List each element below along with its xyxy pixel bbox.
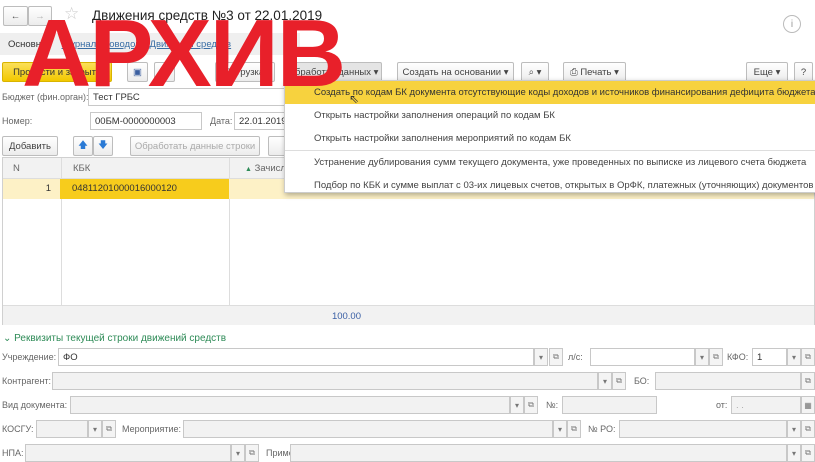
details-section-title: Реквизиты текущей строки движений средст… [14,333,227,344]
post-icon[interactable]: ▤ [154,62,175,82]
doc-date-field[interactable]: . . [731,396,801,414]
col-credited-label: Зачисл [254,163,286,174]
kfo-field[interactable]: 1 [752,348,787,366]
menu-item-events-settings[interactable]: Открыть настройки заполнения мероприятий… [285,127,815,150]
info-icon[interactable]: i [783,15,801,33]
kosgu-label: КОСГУ: [2,424,34,434]
npa-field[interactable] [25,444,231,462]
calendar-icon[interactable]: ▦ [801,396,815,414]
process-data-menu: Создать по кодам БК документа отсутствую… [284,80,815,193]
note-open-icon[interactable]: ⧉ [801,444,815,462]
load-button[interactable]: Загрузка [215,62,275,82]
number-label: Номер: [2,116,33,126]
menu-item-select-by-kbk[interactable]: Подбор по КБК и сумме выплат с 03-их лиц… [285,174,815,197]
ls-field[interactable] [590,348,695,366]
more-button[interactable]: Еще ▾ [746,62,788,82]
menu-item-create-by-kbk[interactable]: Создать по кодам БК документа отсутствую… [285,81,815,104]
print-button[interactable]: ⎙ Печать ▾ [563,62,626,82]
institution-dropdown-icon[interactable]: ▾ [534,348,548,366]
institution-open-icon[interactable]: ⧉ [549,348,563,366]
col-n[interactable]: N [13,163,20,174]
npa-dropdown-icon[interactable]: ▾ [231,444,245,462]
npa-open-icon[interactable]: ⧉ [245,444,259,462]
kfo-dropdown-icon[interactable]: ▾ [787,348,801,366]
event-label: Мероприятие: [122,424,182,434]
details-section-toggle[interactable]: ⌄ Реквизиты текущей строки движений сред… [3,333,226,344]
budget-label: Бюджет (фин.орган): [2,92,89,102]
search-dropdown-button[interactable]: ⌕ ▾ [521,62,549,82]
row-number: 1 [45,183,51,194]
counterparty-open-icon[interactable]: ⧉ [612,372,626,390]
counterparty-dropdown-icon[interactable]: ▾ [598,372,612,390]
ls-label: л/с: [568,352,583,362]
tab-journal[interactable]: Журнал проводок [62,39,140,50]
institution-field[interactable]: ФО [58,348,534,366]
help-button[interactable]: ? [794,62,813,82]
bo-field[interactable] [655,372,801,390]
doc-number-label: №: [546,400,559,410]
budget-field[interactable]: Тест ГРБС [88,88,288,106]
ls-open-icon[interactable]: ⧉ [709,348,723,366]
add-button[interactable]: Добавить [2,136,58,156]
print-label: Печать [580,66,612,78]
printer-icon: ⎙ [570,66,578,78]
npa-label: НПА: [2,448,24,458]
tab-movements[interactable]: Движения средств [150,39,232,50]
move-up-icon[interactable]: 🡅 [73,136,93,156]
counterparty-field[interactable] [52,372,598,390]
event-dropdown-icon[interactable]: ▾ [553,420,567,438]
bo-open-icon[interactable]: ⧉ [801,372,815,390]
doc-type-dropdown-icon[interactable]: ▾ [510,396,524,414]
note-field[interactable] [290,444,787,462]
doc-type-field[interactable] [70,396,510,414]
post-and-close-button[interactable]: Провести и закрыть [2,62,112,82]
forward-button[interactable]: → [28,6,52,26]
kfo-open-icon[interactable]: ⧉ [801,348,815,366]
menu-item-remove-duplicates[interactable]: Устранение дублирования сумм текущего до… [285,151,815,174]
doc-number-field[interactable] [562,396,657,414]
create-based-label: Создать на основании [402,66,502,78]
page-title: Движения средств №3 от 22.01.2019 [92,8,323,23]
event-field[interactable] [183,420,553,438]
ro-label: № РО: [588,424,616,434]
mouse-cursor-icon: ⇖ [349,92,360,106]
create-based-button[interactable]: Создать на основании ▾ [397,62,514,82]
search-icon: ⌕ [528,66,534,78]
save-icon[interactable]: ▣ [127,62,148,82]
kosgu-field[interactable] [36,420,88,438]
doc-type-label: Вид документа: [2,400,68,410]
event-open-icon[interactable]: ⧉ [567,420,581,438]
doc-date-label: от: [716,400,728,410]
date-label: Дата: [210,116,233,126]
bo-label: БО: [634,376,650,386]
note-dropdown-icon[interactable]: ▾ [787,444,801,462]
col-kbk[interactable]: КБК [73,163,90,174]
counterparty-label: Контрагент: [2,376,52,386]
back-button[interactable]: ← [3,6,28,26]
move-down-icon[interactable]: 🡇 [93,136,113,156]
col-credited[interactable]: ▲ Зачисл [245,163,286,174]
kosgu-open-icon[interactable]: ⧉ [102,420,116,438]
process-rows-button[interactable]: Обработать данные строки [130,136,260,156]
ro-field[interactable] [619,420,787,438]
table-total: 100.00 [331,311,361,322]
tab-main[interactable]: Основное [8,39,52,50]
ro-dropdown-icon[interactable]: ▾ [787,420,801,438]
kfo-label: КФО: [727,352,749,362]
process-data-label: Обработка данных [287,66,372,78]
menu-item-operations-settings[interactable]: Открыть настройки заполнения операций по… [285,104,815,127]
institution-label: Учреждение: [2,352,57,362]
more-label: Еще [753,66,773,78]
doc-type-open-icon[interactable]: ⧉ [524,396,538,414]
ro-open-icon[interactable]: ⧉ [801,420,815,438]
row-kbk[interactable]: 04811201000016000120 [60,179,229,199]
date-field[interactable]: 22.01.2019 [234,112,288,130]
kosgu-dropdown-icon[interactable]: ▾ [88,420,102,438]
process-data-button[interactable]: Обработка данных ▾ [284,62,382,82]
number-field[interactable]: 00БМ-0000000003 [90,112,202,130]
ls-dropdown-icon[interactable]: ▾ [695,348,709,366]
star-icon[interactable]: ☆ [64,4,79,24]
